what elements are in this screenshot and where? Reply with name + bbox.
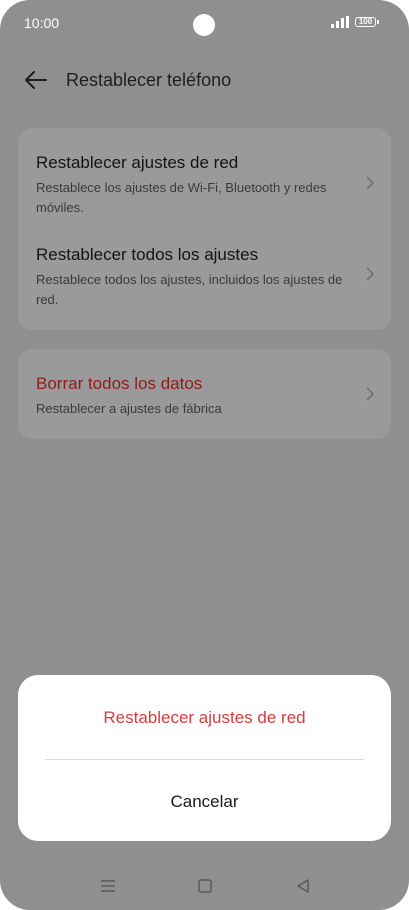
front-camera (193, 14, 215, 36)
chevron-right-icon (366, 267, 375, 281)
chevron-right-icon (366, 176, 375, 190)
reset-options-card: Restablecer ajustes de red Restablece lo… (18, 128, 391, 330)
reset-network-settings-item[interactable]: Restablecer ajustes de red Restablece lo… (18, 128, 391, 229)
erase-subtitle: Restablecer a ajustes de fábrica (36, 401, 222, 416)
app-header: Restablecer teléfono (0, 60, 409, 100)
page-title: Restablecer teléfono (66, 70, 232, 90)
sheet-divider (45, 759, 364, 760)
reset-all-settings-item[interactable]: Restablecer todos los ajustes Restablece… (18, 229, 391, 330)
cancel-button[interactable]: Cancelar (18, 792, 391, 812)
option-subtitle: Restablece los ajustes de Wi-Fi, Bluetoo… (36, 180, 327, 215)
back-triangle-icon[interactable] (293, 876, 313, 896)
battery-tip (377, 20, 379, 24)
battery-icon: 100 (355, 17, 376, 27)
erase-title: Borrar todos los datos (36, 374, 203, 393)
option-title: Restablecer ajustes de red (36, 153, 239, 172)
home-icon[interactable] (195, 876, 215, 896)
phone-screen: 10:00 100 Restablecer teléfono Restablec… (0, 0, 409, 910)
navigation-bar (0, 866, 409, 906)
erase-all-data-item[interactable]: Borrar todos los datos Restablecer a aju… (18, 349, 391, 439)
option-title: Restablecer todos los ajustes (36, 245, 259, 264)
status-bar: 10:00 100 (0, 0, 409, 44)
status-time: 10:00 (24, 15, 60, 31)
signal-icon (331, 16, 349, 28)
chevron-right-icon (366, 387, 375, 401)
confirm-reset-network-button[interactable]: Restablecer ajustes de red (18, 708, 391, 728)
menu-icon[interactable] (98, 876, 118, 896)
option-subtitle: Restablece todos los ajustes, incluidos … (36, 272, 343, 307)
confirm-bottom-sheet: Restablecer ajustes de red Cancelar (18, 675, 391, 841)
back-arrow-icon[interactable] (24, 69, 48, 91)
